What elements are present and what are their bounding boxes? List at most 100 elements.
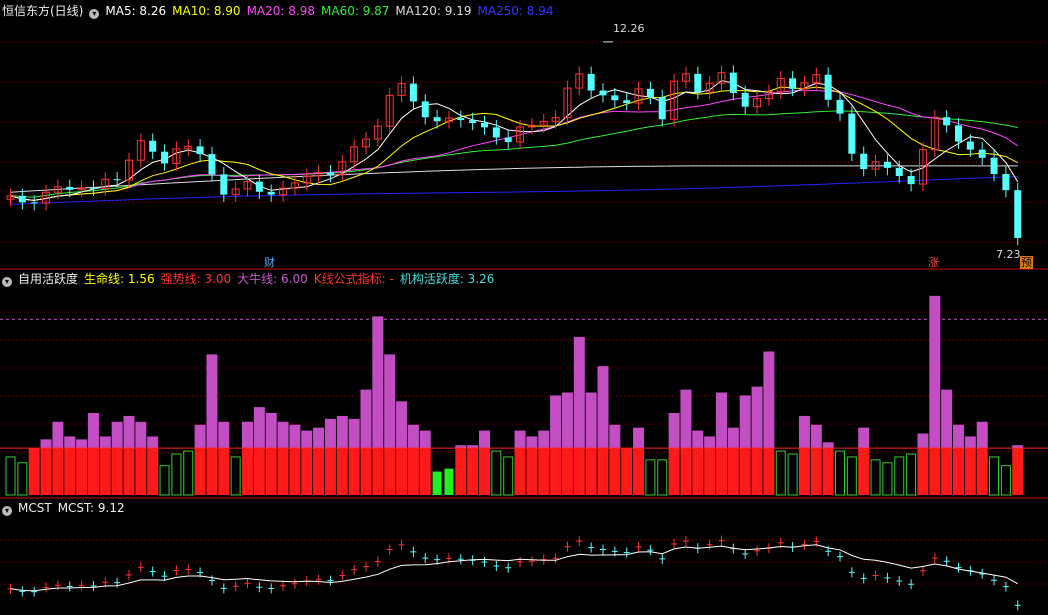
indicator-bar-purple	[609, 424, 621, 449]
candle-body-down	[848, 113, 856, 154]
indicator-bar-red	[668, 448, 680, 495]
indicator-bar-green	[645, 459, 656, 496]
candle-body-down	[824, 74, 832, 100]
candle-body-down	[895, 167, 903, 176]
finance-marker[interactable]: 财	[263, 256, 276, 269]
stock-title[interactable]: 恒信东方(日线)	[2, 4, 83, 18]
candle-body-down	[860, 153, 868, 170]
ma-legend-10: MA10: 8.90	[172, 4, 241, 18]
indicator-bar-green	[503, 456, 514, 496]
indicator-bar-red	[798, 448, 810, 495]
indicator-bar-red	[194, 448, 206, 495]
indicator-bar-green	[775, 450, 786, 496]
indicator-bar-red	[585, 448, 597, 495]
indicator-bar-purple	[917, 433, 929, 449]
indicator-bar-green	[870, 459, 881, 496]
indicator-bar-purple	[727, 427, 739, 449]
candle-body-down	[1014, 190, 1022, 238]
candle-body-down	[646, 88, 654, 97]
indicator-bar-red	[28, 448, 40, 495]
indicator-bar-green	[5, 456, 16, 496]
indicator-bar-purple	[597, 366, 609, 449]
indicator-bar-purple	[324, 418, 336, 449]
indicator-bar-purple	[668, 413, 680, 449]
indicator-bar-red	[964, 448, 976, 495]
indicator-bar-green	[183, 450, 194, 496]
candle-body-down	[943, 117, 951, 126]
indicator-bar-red	[633, 448, 645, 495]
indicator-bar-purple	[194, 424, 206, 449]
rise-marker[interactable]: 涨	[927, 256, 940, 269]
indicator-bar-green	[491, 450, 502, 496]
indicator-bar-purple	[633, 427, 645, 449]
indicator-bar-red	[407, 448, 419, 495]
candle-body-down	[599, 90, 607, 96]
candle-body-down	[990, 157, 998, 174]
indicator-bar-red	[538, 448, 550, 495]
candle-body-down	[421, 101, 429, 118]
indicator-bar-purple	[87, 413, 99, 449]
indicator-bar-green	[159, 465, 170, 496]
indicator-bar-purple	[301, 430, 313, 449]
indicator-bar-purple	[253, 407, 265, 449]
indicator-bar-purple	[123, 415, 135, 449]
indicator-bar-purple	[550, 395, 562, 449]
stock-chart[interactable]	[0, 0, 1048, 615]
indicator-bar-red	[396, 448, 408, 495]
indicator-bar-red	[360, 448, 372, 495]
candle-body-down	[504, 137, 512, 142]
candle-body-down	[469, 120, 477, 123]
indicator-bar-purple	[810, 424, 822, 449]
indicator-pane-header: ▾ 自用活跃度 生命线: 1.56 强势线: 3.00 大牛线: 6.00 K线公式指标:…	[2, 271, 500, 287]
candle-body-down	[1002, 173, 1010, 191]
candle-body-down	[18, 195, 26, 203]
candle-body-down	[978, 149, 986, 158]
indicator-bar-red	[716, 448, 727, 495]
collapse-toggle-icon[interactable]: ▾	[89, 9, 100, 19]
candle-body-down	[955, 125, 962, 142]
indicator-bar-red	[810, 448, 822, 495]
indicator-bar-green	[17, 462, 28, 496]
indicator-bar-purple	[716, 392, 727, 449]
indicator-bar-red	[76, 448, 88, 495]
indicator-bar-purple	[526, 436, 538, 449]
mcst-pane-header: ▾ MCST MCST: 9.12	[2, 500, 131, 516]
indicator-bar-green-solid	[444, 468, 454, 495]
mcst-collapse-icon[interactable]: ▾	[2, 506, 12, 516]
indicator-bar-red	[324, 448, 336, 495]
mcst-name[interactable]: MCST	[18, 501, 52, 515]
indicator-bar-red	[573, 448, 585, 495]
forecast-marker[interactable]: 预	[1020, 256, 1033, 269]
indicator-legend-life: 生命线: 1.56	[84, 272, 155, 286]
indicator-bar-green	[1000, 465, 1011, 496]
indicator-bar-purple	[242, 421, 253, 449]
indicator-bar-purple	[822, 442, 834, 449]
candle-body-down	[267, 191, 275, 195]
indicator-bar-purple	[218, 421, 230, 449]
indicator-bar-red	[704, 448, 716, 495]
indicator-bar-red	[763, 448, 775, 495]
indicator-bar-red	[751, 448, 763, 495]
indicator-bar-green	[989, 456, 1000, 496]
indicator-bar-red	[253, 448, 265, 495]
indicator-collapse-icon[interactable]: ▾	[2, 277, 12, 287]
indicator-bar-red	[727, 448, 739, 495]
candle-body-down	[255, 181, 263, 192]
candle-body-down	[587, 73, 595, 91]
indicator-bar-purple	[360, 389, 372, 449]
indicator-bar-purple	[704, 436, 716, 449]
ma120-line	[10, 165, 1018, 193]
candle-body-down	[623, 100, 631, 104]
indicator-bar-red	[550, 448, 562, 495]
indicator-bar-purple	[953, 424, 964, 449]
indicator-bar-red	[953, 448, 964, 495]
indicator-bar-purple	[929, 295, 941, 449]
indicator-bar-red	[206, 448, 218, 495]
indicator-bar-purple	[336, 415, 348, 449]
indicator-bar-green	[657, 459, 668, 496]
indicator-bar-purple	[680, 389, 692, 449]
ma-legend-5: MA5: 8.26	[105, 4, 167, 18]
candle-body-down	[161, 151, 169, 164]
candle-body-down	[220, 174, 228, 195]
indicator-name[interactable]: 自用活跃度	[18, 272, 78, 286]
